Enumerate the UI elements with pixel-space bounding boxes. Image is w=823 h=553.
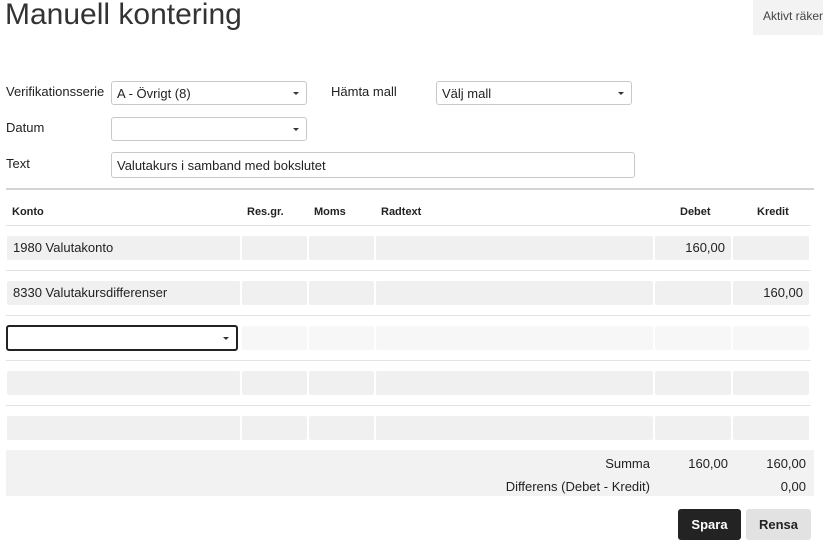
row-1-account[interactable]: 1980 Valutakonto	[7, 236, 240, 260]
date-select[interactable]	[111, 117, 307, 141]
column-header-result-unit: Res.gr.	[247, 206, 284, 218]
column-header-credit: Kredit	[757, 206, 789, 218]
row-3-text[interactable]	[376, 326, 653, 350]
row-divider	[6, 360, 811, 361]
row-4-vat[interactable]	[309, 371, 374, 395]
row-5-debit[interactable]	[655, 416, 731, 440]
row-1-result-unit[interactable]	[242, 236, 307, 260]
row-2-debit[interactable]	[655, 281, 731, 305]
row-5-result-unit[interactable]	[242, 416, 307, 440]
text-label: Text	[6, 156, 30, 171]
column-header-debit: Debet	[680, 206, 711, 218]
row-divider	[6, 225, 811, 226]
fiscal-year-button[interactable]: Aktivt räkenskapsår	[753, 0, 823, 35]
divider	[6, 188, 814, 190]
template-select-value: Välj mall	[442, 85, 492, 101]
save-button[interactable]: Spara	[678, 509, 741, 540]
row-4-credit[interactable]	[733, 371, 809, 395]
row-4-account[interactable]	[7, 371, 240, 395]
row-4-text[interactable]	[376, 371, 653, 395]
row-5-credit[interactable]	[733, 416, 809, 440]
row-divider	[6, 270, 811, 271]
clear-button[interactable]: Rensa	[746, 509, 811, 540]
date-label: Datum	[6, 120, 45, 135]
sum-debit: 160,00	[688, 456, 728, 471]
row-3-debit[interactable]	[655, 326, 731, 350]
row-3-vat[interactable]	[309, 326, 374, 350]
row-5-text[interactable]	[376, 416, 653, 440]
series-label: Verifikationsserie	[6, 84, 105, 99]
sum-label: Summa	[605, 456, 650, 471]
sum-credit: 160,00	[766, 456, 806, 471]
row-divider	[6, 405, 811, 406]
chevron-down-icon	[293, 91, 299, 95]
page-title: Manuell kontering	[5, 0, 242, 31]
row-2-text[interactable]	[376, 281, 653, 305]
row-2-vat[interactable]	[309, 281, 374, 305]
row-1-text[interactable]	[376, 236, 653, 260]
row-divider	[6, 315, 811, 316]
row-1-vat[interactable]	[309, 236, 374, 260]
column-header-vat: Moms	[314, 206, 346, 218]
row-1-credit[interactable]	[733, 236, 809, 260]
chevron-down-icon	[223, 336, 229, 340]
column-header-account: Konto	[12, 206, 44, 218]
template-label: Hämta mall	[331, 84, 397, 99]
row-1-debit[interactable]: 160,00	[655, 236, 731, 260]
column-header-row-text: Radtext	[381, 206, 422, 218]
row-4-result-unit[interactable]	[242, 371, 307, 395]
diff-value: 0,00	[780, 479, 806, 494]
row-3-account-select[interactable]	[6, 325, 238, 351]
row-3-credit[interactable]	[733, 326, 809, 350]
row-4-debit[interactable]	[655, 371, 731, 395]
chevron-down-icon	[293, 127, 299, 131]
text-input-value: Valutakurs i samband med bokslutet	[117, 157, 326, 173]
text-input[interactable]: Valutakurs i samband med bokslutet	[111, 152, 635, 178]
chevron-down-icon	[618, 91, 624, 95]
row-2-credit[interactable]: 160,00	[733, 281, 809, 305]
series-select[interactable]: A - Övrigt (8)	[111, 81, 307, 105]
template-select[interactable]: Välj mall	[436, 81, 632, 105]
series-select-value: A - Övrigt (8)	[117, 85, 191, 101]
row-2-account[interactable]: 8330 Valutakursdifferenser	[7, 281, 240, 305]
row-5-account[interactable]	[7, 416, 240, 440]
row-3-result-unit[interactable]	[242, 326, 307, 350]
row-2-result-unit[interactable]	[242, 281, 307, 305]
diff-label: Differens (Debet - Kredit)	[505, 479, 650, 494]
row-5-vat[interactable]	[309, 416, 374, 440]
